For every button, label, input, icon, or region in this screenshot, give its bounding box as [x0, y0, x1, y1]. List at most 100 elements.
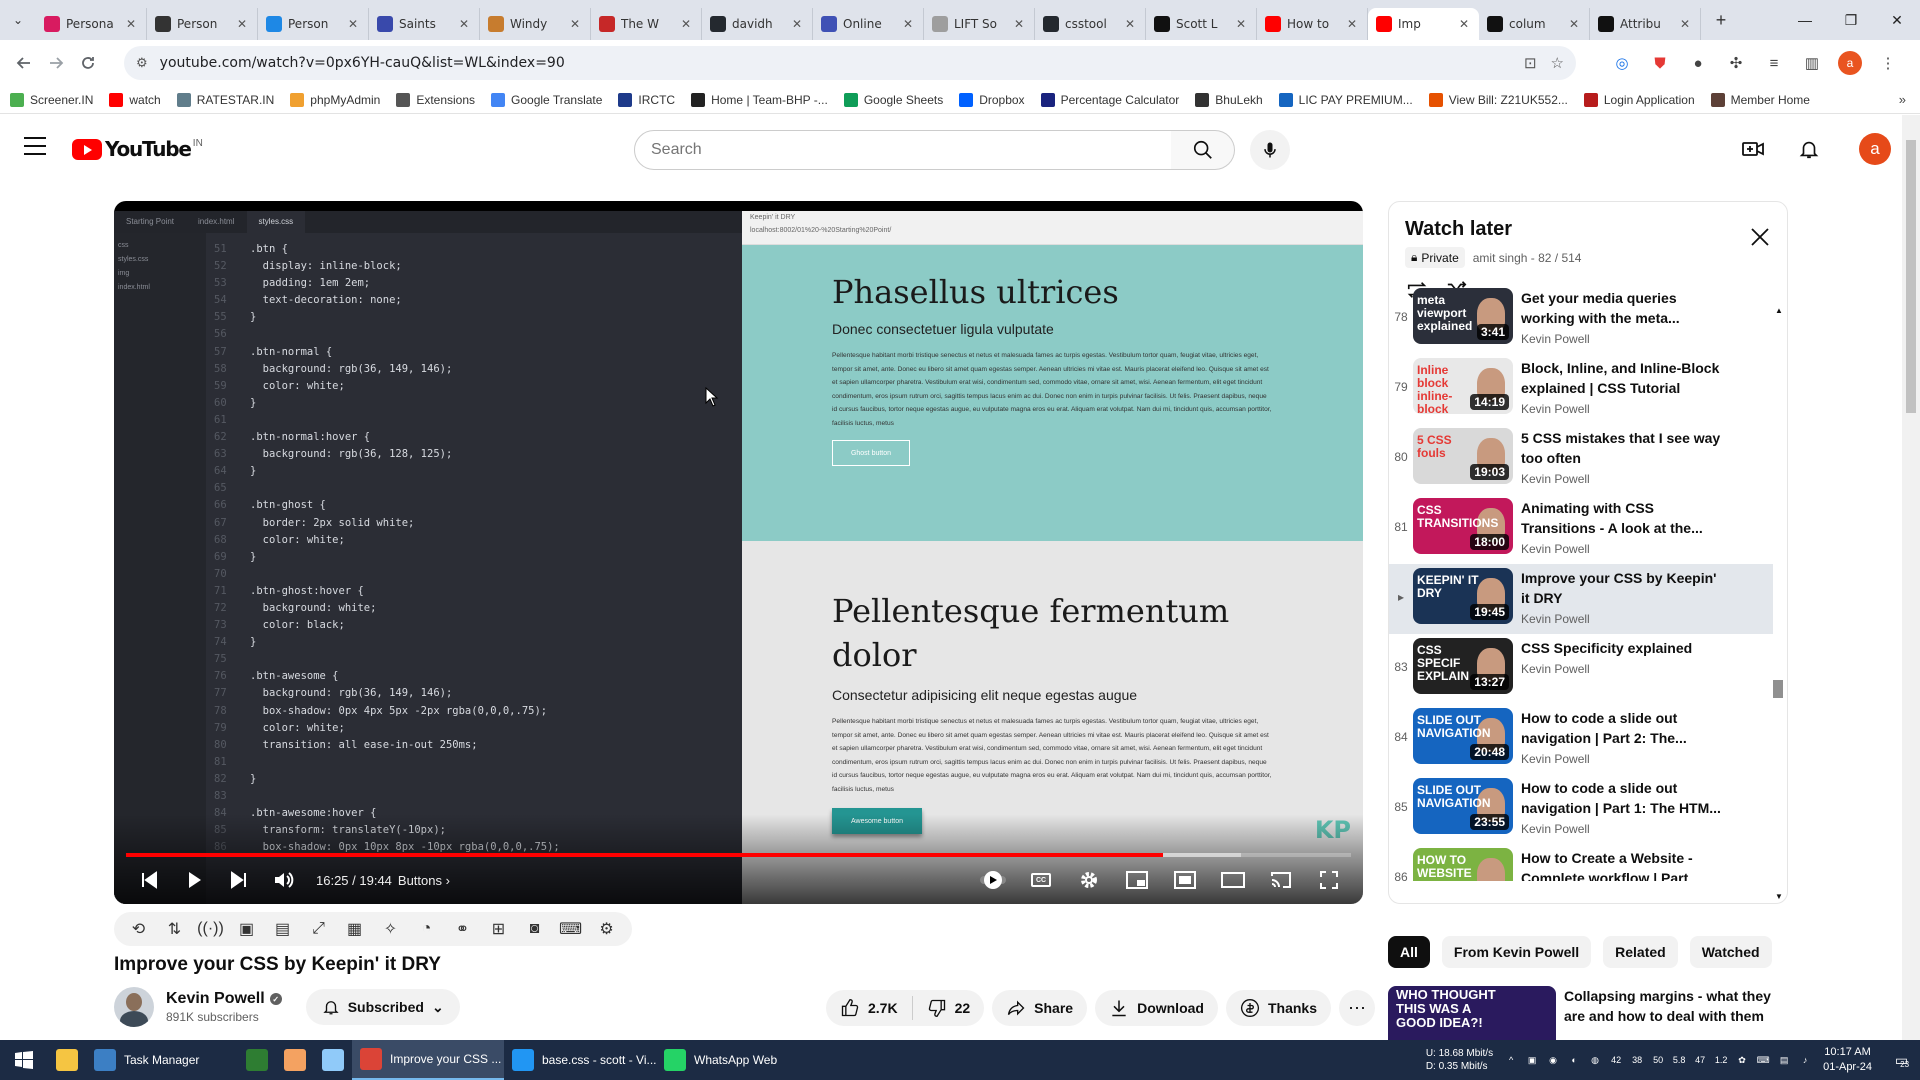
mute-button[interactable]: [261, 865, 306, 895]
bookmark-item[interactable]: phpMyAdmin: [290, 92, 380, 107]
browser-tab[interactable]: Person ✕: [258, 8, 369, 40]
bookmark-item[interactable]: Google Translate: [491, 92, 602, 107]
tray-icon[interactable]: ◉: [1545, 1052, 1561, 1068]
close-playlist-button[interactable]: [1749, 226, 1773, 250]
dislike-button[interactable]: 22: [913, 998, 985, 1018]
extensions-puzzle-icon[interactable]: ✣: [1724, 51, 1748, 75]
tray-icon[interactable]: 47: [1692, 1052, 1708, 1068]
theater-mode-button[interactable]: [1161, 865, 1209, 895]
download-button[interactable]: Download: [1095, 990, 1218, 1026]
playlist-item[interactable]: 85 SLIDE OUT NAVIGATION 23:55 How to code a…: [1389, 774, 1773, 844]
playlist-thumbnail[interactable]: HOW TO WEBSITE FROM SCRATCH15:08: [1413, 848, 1513, 881]
bookmark-item[interactable]: watch: [109, 92, 161, 107]
filter-icon[interactable]: ✧: [376, 916, 405, 942]
previous-button[interactable]: [126, 865, 171, 895]
start-button[interactable]: [0, 1040, 48, 1080]
tray-icon[interactable]: 38: [1629, 1052, 1645, 1068]
browser-tab[interactable]: Persona ✕: [36, 8, 147, 40]
subtitles-button[interactable]: CC: [1017, 865, 1065, 895]
reload-button[interactable]: [72, 47, 104, 79]
taskbar-item[interactable]: base.css - scott - Vi...: [504, 1040, 656, 1080]
bookmark-item[interactable]: RATESTAR.IN: [176, 92, 274, 107]
audio-wave-icon[interactable]: ((·)): [196, 916, 225, 942]
filter-chip[interactable]: All: [1388, 936, 1430, 968]
cinema-icon[interactable]: ▤: [268, 916, 297, 942]
taskbar-item[interactable]: Task Manager: [86, 1040, 238, 1080]
tab-search-button[interactable]: ⌄: [0, 0, 36, 40]
taskbar-item[interactable]: Improve your CSS ...: [352, 1040, 504, 1080]
notifications-button[interactable]: [1791, 131, 1827, 167]
bookmark-item[interactable]: IRCTC: [618, 92, 675, 107]
tray-icon[interactable]: ▣: [1524, 1052, 1540, 1068]
tray-icon[interactable]: 50: [1650, 1052, 1666, 1068]
forward-button[interactable]: [40, 47, 72, 79]
playlist-thumbnail[interactable]: 5 CSS fouls 19:03: [1413, 428, 1513, 484]
browser-tab[interactable]: How to ✕: [1257, 8, 1368, 40]
progress-bar[interactable]: [126, 853, 1351, 857]
bookmark-item[interactable]: Extensions: [396, 92, 475, 107]
tab-close-icon[interactable]: ✕: [457, 17, 471, 31]
restore-button[interactable]: ❐: [1828, 0, 1874, 40]
address-bar[interactable]: ⚙ youtube.com/watch?v=0px6YH-cauQ&list=W…: [124, 46, 1576, 80]
tray-icon[interactable]: 5.8: [1671, 1052, 1687, 1068]
search-button[interactable]: [1171, 130, 1235, 170]
tab-close-icon[interactable]: ✕: [124, 17, 138, 31]
taskbar-item[interactable]: [238, 1040, 276, 1080]
youtube-logo[interactable]: YouTube IN: [72, 137, 203, 161]
channel-name[interactable]: Kevin Powell ✓: [166, 990, 282, 1008]
speed-icon[interactable]: ◔: [412, 916, 441, 942]
extension-mic-icon[interactable]: ●: [1686, 51, 1710, 75]
voice-search-button[interactable]: [1250, 130, 1290, 170]
notification-center-button[interactable]: ▭ 23: [1884, 1052, 1920, 1069]
frame-icon[interactable]: ▦: [340, 916, 369, 942]
filter-chip[interactable]: Watched: [1689, 936, 1772, 968]
loop-icon[interactable]: ⟲: [124, 916, 153, 942]
play-button[interactable]: [171, 865, 216, 895]
playlist-thumbnail[interactable]: SLIDE OUT NAVIGATION 23:55: [1413, 778, 1513, 834]
playlist-thumbnail[interactable]: meta viewport explained 3:41: [1413, 288, 1513, 344]
fullscreen-button[interactable]: [1305, 865, 1353, 895]
chrome-menu-icon[interactable]: ⋮: [1876, 51, 1900, 75]
taskbar-item[interactable]: [314, 1040, 352, 1080]
playlist-item[interactable]: ▸ KEEPIN' IT DRY 19:45 Improve your CSS by …: [1389, 564, 1773, 634]
browser-tab[interactable]: Imp ✕: [1368, 8, 1479, 40]
browser-tab[interactable]: The W ✕: [591, 8, 702, 40]
search-input[interactable]: [651, 141, 1171, 159]
bookmarks-overflow-icon[interactable]: »: [1899, 92, 1906, 107]
bookmark-item[interactable]: Home | Team-BHP -...: [691, 92, 828, 107]
browser-tab[interactable]: Scott L ✕: [1146, 8, 1257, 40]
tray-icon[interactable]: 1.2: [1713, 1052, 1729, 1068]
tray-icon[interactable]: ⌨: [1755, 1052, 1771, 1068]
filter-chip[interactable]: From Kevin Powell: [1441, 936, 1592, 968]
channel-avatar[interactable]: [114, 987, 154, 1027]
more-actions-button[interactable]: ⋯: [1338, 990, 1375, 1026]
tab-close-icon[interactable]: ✕: [1457, 17, 1471, 31]
bookmark-item[interactable]: Dropbox: [959, 92, 1025, 107]
site-info-icon[interactable]: ⚙: [136, 55, 148, 71]
side-panel-icon[interactable]: ▥: [1800, 51, 1824, 75]
playlist-scrollbar[interactable]: ▲ ▼: [1773, 306, 1785, 903]
extension-shield-icon[interactable]: ⛊: [1648, 51, 1672, 75]
like-button[interactable]: 2.7K: [826, 998, 912, 1018]
bookmark-item[interactable]: BhuLekh: [1195, 92, 1263, 107]
playlist-item[interactable]: 81 CSS TRANSITIONS 18:00 Animating with CSS…: [1389, 494, 1773, 564]
tab-close-icon[interactable]: ✕: [679, 17, 693, 31]
browser-tab[interactable]: Saints ✕: [369, 8, 480, 40]
media-controls-icon[interactable]: ≡: [1762, 51, 1786, 75]
tab-close-icon[interactable]: ✕: [1012, 17, 1026, 31]
playlist-thumbnail[interactable]: Inline block inline-block 14:19: [1413, 358, 1513, 414]
playlist-scroll-thumb[interactable]: [1773, 680, 1783, 698]
tab-close-icon[interactable]: ✕: [1678, 17, 1692, 31]
tab-close-icon[interactable]: ✕: [235, 17, 249, 31]
browser-tab[interactable]: Online ✕: [813, 8, 924, 40]
next-button[interactable]: [216, 865, 261, 895]
tab-close-icon[interactable]: ✕: [1234, 17, 1248, 31]
clock[interactable]: 10:17 AM 01-Apr-24: [1823, 1045, 1872, 1075]
filter-chip[interactable]: Related: [1603, 936, 1678, 968]
scroll-down-icon[interactable]: ▼: [1775, 892, 1783, 901]
browser-profile-avatar[interactable]: a: [1838, 51, 1862, 75]
guide-menu-icon[interactable]: [24, 137, 46, 155]
bookmark-item[interactable]: Screener.IN: [10, 92, 93, 107]
playlist-thumbnail[interactable]: CSS SPECIF EXPLAIN 13:27: [1413, 638, 1513, 694]
tray-icon[interactable]: 42: [1608, 1052, 1624, 1068]
